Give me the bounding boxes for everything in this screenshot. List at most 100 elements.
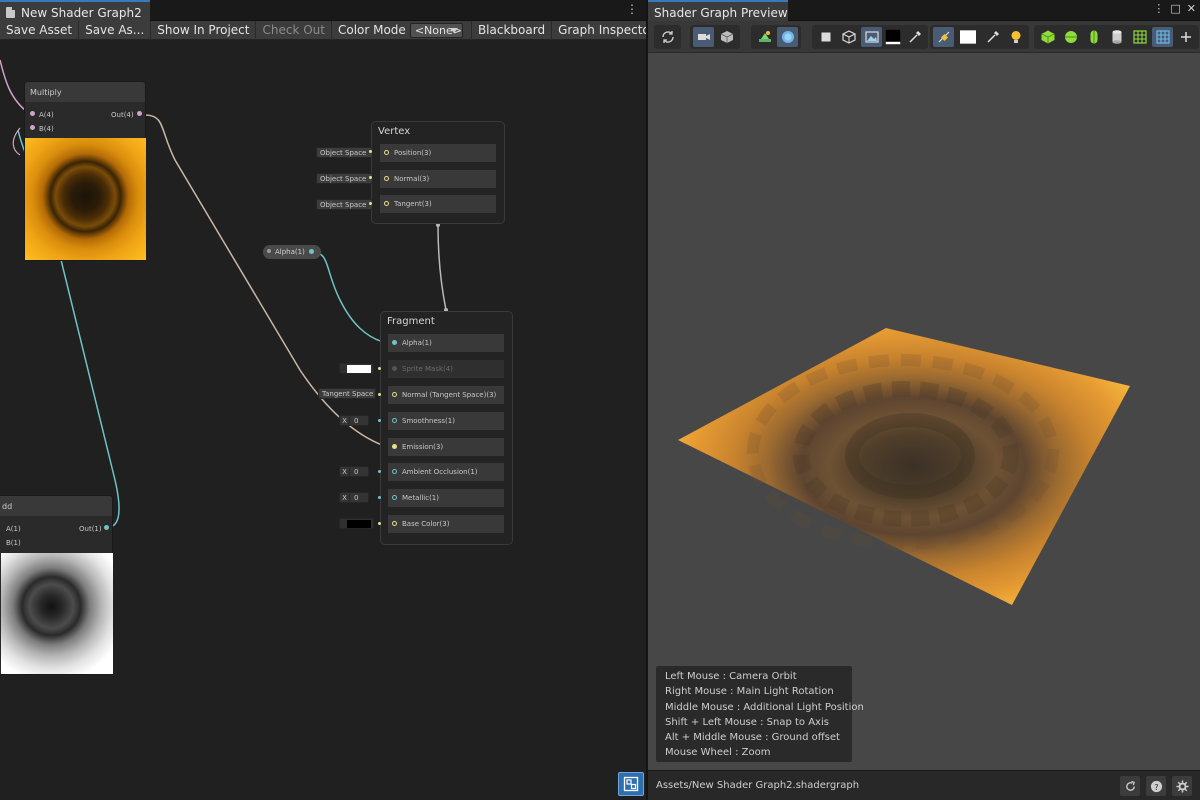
connector-dot — [378, 470, 381, 473]
slot-port[interactable] — [384, 150, 389, 155]
slot-port[interactable] — [392, 418, 397, 423]
background-color-swatch[interactable] — [884, 27, 902, 47]
capsule-button[interactable] — [1083, 27, 1104, 47]
connector-dot — [369, 202, 372, 205]
cube-button[interactable] — [716, 27, 737, 47]
slot-label: Emission(3) — [402, 443, 444, 451]
grid-blue-button[interactable] — [1152, 27, 1173, 47]
fragment-slot-ambient-occlusion[interactable]: Ambient Occlusion(1) — [388, 463, 504, 481]
cylinder-button[interactable] — [1106, 27, 1127, 47]
slot-port[interactable] — [392, 469, 397, 474]
base-color-swatch[interactable] — [339, 518, 374, 529]
graph-settings-button[interactable] — [618, 772, 644, 796]
help-button[interactable]: ? — [1146, 776, 1166, 796]
ambient-occlusion-field[interactable]: X 0 — [339, 466, 369, 477]
blackboard-button[interactable]: Blackboard — [470, 20, 553, 40]
fragment-slot-base-color[interactable]: Base Color(3) — [388, 515, 504, 533]
eyedropper-button[interactable] — [904, 27, 925, 47]
slot-port[interactable] — [392, 444, 397, 449]
vertex-slot-position[interactable]: Position(3) — [380, 144, 496, 162]
x-label: X — [340, 493, 350, 502]
cube-green-button[interactable] — [1037, 27, 1058, 47]
connector-dot — [378, 419, 381, 422]
scene-lighting-button[interactable] — [754, 27, 775, 47]
slot-label: Ambient Occlusion(1) — [402, 468, 478, 476]
fragment-slot-sprite-mask[interactable]: Sprite Mask(4) — [388, 360, 504, 378]
light-eyedropper-button[interactable] — [982, 27, 1003, 47]
add-mesh-button[interactable] — [1175, 27, 1196, 47]
output-label: Out(1) — [79, 525, 102, 533]
node-title: Multiply — [25, 82, 145, 102]
help-line: Left Mouse : Camera Orbit — [665, 671, 797, 682]
fragment-slot-normal[interactable]: Normal (Tangent Space)(3) — [388, 386, 504, 404]
metallic-field[interactable]: X 0 — [339, 492, 369, 503]
skybox-button[interactable] — [777, 27, 798, 47]
camera-button[interactable] — [693, 27, 714, 47]
base-color-value — [347, 520, 371, 528]
tab-title: New Shader Graph2 — [21, 5, 142, 20]
help-line: Alt + Middle Mouse : Ground offset — [665, 732, 840, 744]
eyedropper-icon — [986, 31, 999, 43]
cube-mesh-button[interactable] — [838, 27, 859, 47]
preview-window: Shader Graph Preview ⋮ □ ✕ Left Mouse: … — [646, 0, 1200, 800]
light-gizmo-button[interactable] — [933, 27, 954, 47]
show-in-project-button[interactable]: Show In Project — [151, 20, 257, 40]
shader-graph-tab[interactable]: New Shader Graph2 — [0, 0, 150, 21]
reset-view-button[interactable] — [1120, 776, 1140, 796]
light-gizmo-icon — [938, 31, 949, 43]
input-b-port[interactable] — [30, 125, 35, 130]
fragment-slot-emission[interactable]: Emission(3) — [388, 438, 504, 456]
kebab-menu-icon[interactable]: ⋮ — [626, 3, 638, 15]
slot-port[interactable] — [384, 201, 389, 206]
graph-canvas[interactable]: Multiply A(4) B(4) Out(4) dd A(1) B(1) O… — [0, 40, 646, 800]
graph-inspector-button[interactable]: Graph Inspector — [552, 21, 661, 40]
smoothness-field[interactable]: X 0 — [339, 415, 369, 426]
vertex-slot-tangent[interactable]: Tangent(3) — [380, 195, 496, 213]
slot-port[interactable] — [392, 366, 397, 371]
eyedropper-icon — [908, 31, 921, 43]
x-value: 0 — [354, 467, 359, 476]
white-swatch[interactable] — [956, 27, 980, 47]
maximize-icon[interactable]: □ — [1170, 2, 1180, 15]
normal-space-field[interactable]: Object Space — [316, 173, 373, 184]
output-port[interactable] — [104, 525, 109, 530]
multiply-node[interactable]: Multiply A(4) B(4) Out(4) — [24, 81, 146, 261]
alpha-property-node[interactable]: Alpha(1) — [263, 245, 321, 259]
save-as-button[interactable]: Save As... — [79, 20, 152, 40]
save-asset-button[interactable]: Save Asset — [0, 20, 80, 40]
slot-port[interactable] — [384, 176, 389, 181]
add-node[interactable]: dd A(1) B(1) Out(1) — [0, 495, 113, 675]
grid-button[interactable] — [1129, 27, 1150, 47]
chevron-down-icon — [449, 27, 458, 33]
slot-port[interactable] — [392, 495, 397, 500]
light-bulb-button[interactable] — [1005, 27, 1026, 47]
sprite-mask-swatch[interactable] — [339, 363, 374, 374]
kebab-menu-icon[interactable]: ⋮ — [1153, 2, 1164, 15]
square-mesh-icon — [821, 32, 830, 42]
fragment-slot-alpha[interactable]: Alpha(1) — [388, 334, 504, 352]
check-out-button[interactable]: Check Out — [256, 20, 332, 40]
position-space-field[interactable]: Object Space — [316, 147, 373, 158]
image-button[interactable] — [861, 27, 882, 47]
refresh-button[interactable] — [657, 27, 678, 47]
slot-port[interactable] — [392, 340, 397, 345]
vertex-slot-normal[interactable]: Normal(3) — [380, 170, 496, 188]
preview-tab[interactable]: Shader Graph Preview — [648, 0, 788, 21]
preview-viewport[interactable]: Left Mouse : Camera Orbit Right Mouse : … — [648, 54, 1200, 770]
fragment-slot-smoothness[interactable]: Smoothness(1) — [388, 412, 504, 430]
settings-button[interactable] — [1172, 776, 1192, 796]
output-port[interactable] — [137, 111, 142, 116]
tangent-space-field[interactable]: Object Space — [316, 199, 373, 210]
view-group — [690, 25, 740, 49]
close-icon[interactable]: ✕ — [1187, 2, 1196, 15]
slot-port[interactable] — [392, 521, 397, 526]
square-mesh-button[interactable] — [815, 27, 836, 47]
input-a-port[interactable] — [30, 111, 35, 116]
slot-port[interactable] — [392, 392, 397, 397]
grid-blue-icon — [1155, 30, 1170, 44]
color-mode-dropdown[interactable]: <None> — [409, 22, 463, 38]
sphere-button[interactable] — [1060, 27, 1081, 47]
normal-space-field[interactable]: Tangent Space — [318, 388, 376, 399]
property-output-port[interactable] — [309, 249, 314, 254]
fragment-slot-metallic[interactable]: Metallic(1) — [388, 489, 504, 507]
